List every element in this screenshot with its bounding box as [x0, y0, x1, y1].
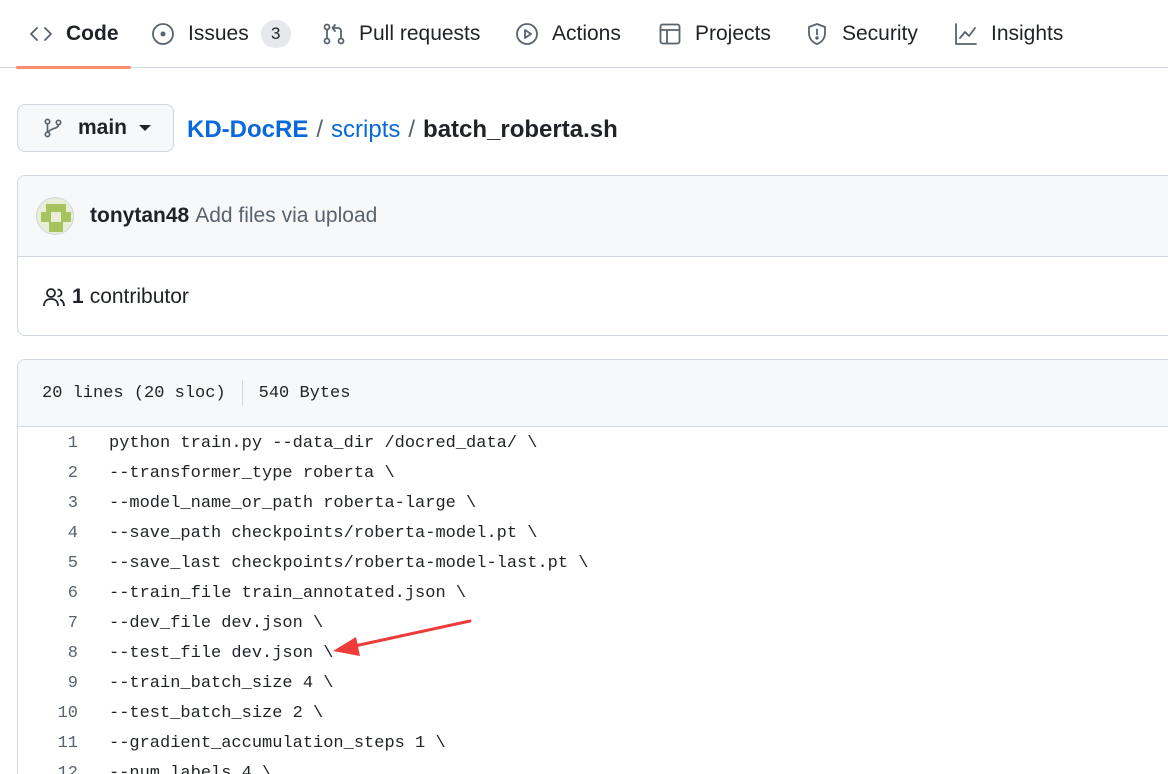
line-number[interactable]: 9	[18, 674, 78, 693]
table-icon	[657, 21, 683, 47]
line-content: --test_file dev.json \	[109, 643, 334, 663]
breadcrumb-file-name: batch_roberta.sh	[423, 116, 618, 143]
play-icon	[514, 21, 540, 47]
code-line: 3 --model_name_or_path roberta-large \	[18, 488, 1168, 518]
code-line: 11 --gradient_accumulation_steps 1 \	[18, 728, 1168, 758]
line-content: --train_batch_size 4 \	[109, 673, 334, 693]
tab-pull-requests[interactable]: Pull requests	[321, 0, 480, 68]
code-line: 1 python train.py --data_dir /docred_data…	[18, 428, 1168, 458]
tab-code-label: Code	[66, 22, 119, 45]
tab-projects[interactable]: Projects	[657, 0, 771, 68]
line-content: --gradient_accumulation_steps 1 \	[109, 733, 446, 753]
contributor-count: 1	[72, 284, 84, 308]
tab-code[interactable]: Code	[16, 0, 131, 69]
tab-issues-label: Issues	[188, 22, 249, 45]
git-pull-request-icon	[321, 21, 347, 47]
tab-actions-label: Actions	[552, 22, 621, 45]
tab-security-label: Security	[842, 22, 918, 45]
line-content: --save_path checkpoints/roberta-model.pt…	[109, 523, 538, 543]
breadcrumb-separator: /	[408, 116, 416, 143]
avatar[interactable]	[36, 197, 74, 235]
line-number[interactable]: 10	[18, 704, 78, 723]
branch-name: main	[78, 116, 128, 139]
chevron-down-icon	[139, 125, 152, 131]
file-header: 20 lines (20 sloc) 540 Bytes	[18, 360, 1168, 427]
tab-pull-requests-label: Pull requests	[359, 22, 481, 45]
shield-icon	[804, 21, 830, 47]
code-listing[interactable]: 1 python train.py --data_dir /docred_data…	[18, 427, 1168, 774]
issues-count-badge: 3	[260, 20, 291, 48]
file-viewer: 20 lines (20 sloc) 540 Bytes 1 python tra…	[17, 359, 1168, 774]
line-number[interactable]: 12	[18, 764, 78, 774]
line-number[interactable]: 8	[18, 644, 78, 663]
line-number[interactable]: 5	[18, 554, 78, 573]
latest-commit-header: tonytan48 Add files via upload	[18, 176, 1168, 257]
tab-insights-label: Insights	[991, 22, 1064, 45]
code-line: 2 --transformer_type roberta \	[18, 458, 1168, 488]
latest-commit-box: tonytan48 Add files via upload 1 contrib…	[17, 175, 1168, 336]
line-number[interactable]: 4	[18, 524, 78, 543]
tab-insights[interactable]: Insights	[953, 0, 1063, 68]
code-line: 8 --test_file dev.json \	[18, 638, 1168, 668]
file-line-count: 20 lines (20 sloc)	[42, 383, 226, 403]
breadcrumb: KD-DocRE / scripts / batch_roberta.sh	[187, 110, 618, 150]
tab-actions[interactable]: Actions	[514, 0, 621, 68]
breadcrumb-folder-link[interactable]: scripts	[331, 116, 400, 144]
line-content: --dev_file dev.json \	[109, 613, 324, 633]
file-size: 540 Bytes	[258, 383, 351, 403]
code-line: 10 --test_batch_size 2 \	[18, 698, 1168, 728]
line-number[interactable]: 3	[18, 494, 78, 513]
contributors-row[interactable]: 1 contributor	[18, 257, 1168, 335]
line-number[interactable]: 7	[18, 614, 78, 633]
tab-issues[interactable]: Issues 3	[150, 0, 291, 68]
line-number[interactable]: 6	[18, 584, 78, 603]
line-content: python train.py --data_dir /docred_data/…	[109, 433, 538, 453]
code-line: 6 --train_file train_annotated.json \	[18, 578, 1168, 608]
code-line: 5 --save_last checkpoints/roberta-model-l…	[18, 548, 1168, 578]
breadcrumb-separator: /	[316, 116, 324, 143]
line-content: --train_file train_annotated.json \	[109, 583, 467, 603]
line-number[interactable]: 1	[18, 434, 78, 453]
contributor-label: contributor	[89, 284, 189, 308]
breadcrumb-repo-link[interactable]: KD-DocRE	[187, 116, 308, 144]
people-icon	[43, 287, 65, 306]
tab-projects-label: Projects	[695, 22, 771, 45]
code-line: 7 --dev_file dev.json \	[18, 608, 1168, 638]
graph-icon	[953, 21, 979, 47]
divider	[241, 380, 243, 406]
line-content: --transformer_type roberta \	[109, 463, 395, 483]
code-line: 12 --num_labels 4 \	[18, 758, 1168, 774]
line-content: --model_name_or_path roberta-large \	[109, 493, 477, 513]
repo-nav: Code Issues 3 Pull requests Actions Proj…	[0, 0, 1168, 69]
line-number[interactable]: 2	[18, 464, 78, 483]
code-line: 9 --train_batch_size 4 \	[18, 668, 1168, 698]
issue-opened-icon	[150, 21, 176, 47]
commit-author-link[interactable]: tonytan48	[90, 204, 189, 228]
commit-message-link[interactable]: Add files via upload	[195, 204, 377, 228]
git-branch-icon	[44, 118, 62, 138]
code-line: 4 --save_path checkpoints/roberta-model.p…	[18, 518, 1168, 548]
line-content: --num_labels 4 \	[109, 763, 273, 774]
line-content: --test_batch_size 2 \	[109, 703, 324, 723]
line-number[interactable]: 11	[18, 734, 78, 753]
active-tab-indicator	[16, 66, 131, 69]
tab-security[interactable]: Security	[804, 0, 918, 68]
branch-selector-button[interactable]: main	[17, 104, 174, 152]
code-icon	[28, 21, 54, 47]
line-content: --save_last checkpoints/roberta-model-la…	[109, 553, 589, 573]
